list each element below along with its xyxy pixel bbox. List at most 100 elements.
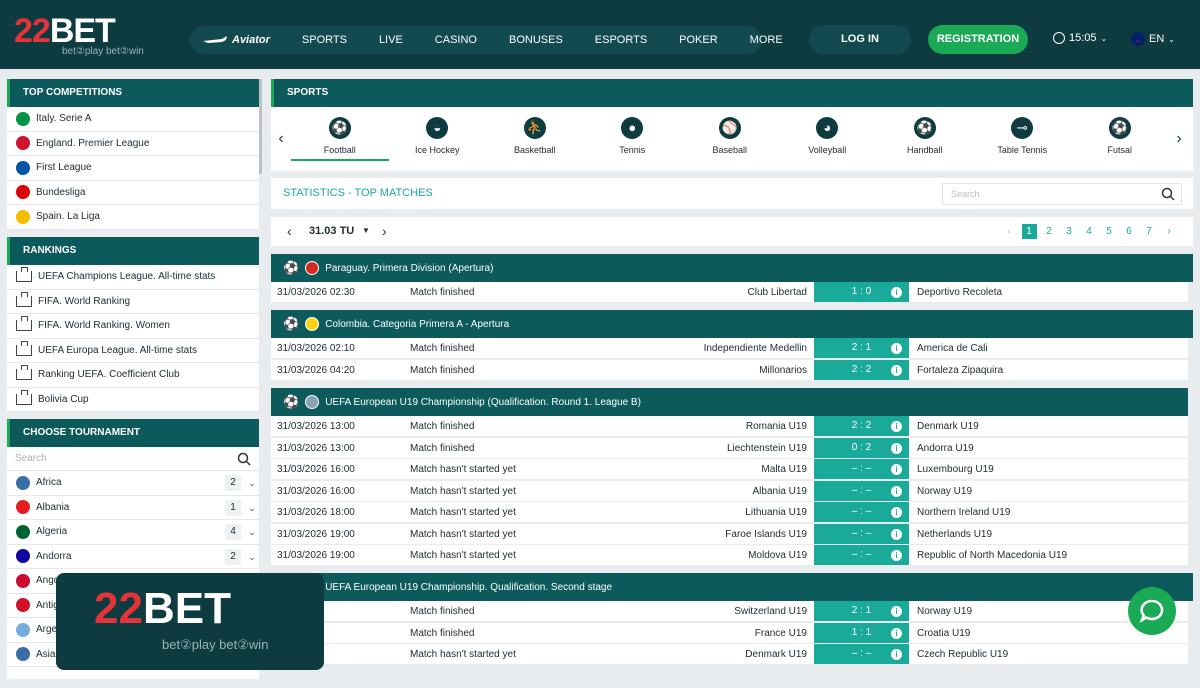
sport-tab-tennis[interactable]: ● Tennis [584,117,682,161]
match-row[interactable]: 31/03/2026 02:30 Match finished Club Liber… [271,282,1188,302]
chevron-down-icon[interactable]: ⌄ [245,524,259,540]
league-header[interactable]: ⚽UEFA European U19 Championship. Qualifi… [271,573,1193,601]
page-1[interactable]: 1 [1021,224,1037,239]
competition-item[interactable]: England. Premier League [7,132,259,156]
info-icon[interactable]: i [891,550,902,561]
date-prev-icon[interactable]: ‹ [287,223,292,239]
page-5[interactable]: 5 [1099,224,1119,239]
flag-icon [305,317,320,331]
nav-esports[interactable]: ESPORTS [579,34,663,46]
nav-aviator[interactable]: Aviator [190,34,286,46]
competition-item[interactable]: Italy. Serie A [7,107,259,132]
match-row[interactable]: 31/03/2026 02:10 Match finished Independie… [271,338,1188,358]
chevron-down-icon[interactable]: ⌄ [245,549,259,565]
info-icon[interactable]: i [891,464,902,475]
carousel-prev-icon[interactable]: ‹ [271,130,291,148]
clock[interactable]: 15:05 ⌄ [1053,32,1107,44]
info-icon[interactable]: i [891,649,902,660]
info-icon[interactable]: i [891,507,902,518]
match-row[interactable]: 31/03/2026 13:00 Match finished Romania U1… [271,416,1188,436]
competition-item[interactable]: Bundesliga [7,181,259,205]
tournament-item[interactable]: Andorra 2 ⌄ [7,545,259,569]
registration-button[interactable]: REGISTRATION [928,25,1028,54]
info-icon[interactable]: i [891,606,902,617]
info-icon[interactable]: i [891,421,902,432]
tournament-search-input[interactable]: Search [7,447,259,471]
date-next-icon[interactable]: › [382,223,387,239]
sport-tab-basketball[interactable]: ⛹ Basketball [486,117,584,161]
match-row[interactable]: 31/03/2026 04:20 Match finished Millonario… [271,359,1188,380]
info-icon[interactable]: i [891,343,902,354]
ranking-item[interactable]: UEFA Europa League. All-time stats [7,339,259,363]
nav-live[interactable]: LIVE [363,34,419,46]
login-button[interactable]: LOG IN [809,25,911,54]
tournament-item[interactable]: Algeria 4 ⌄ [7,520,259,545]
left-scrollbar[interactable] [259,79,262,174]
info-icon[interactable]: i [891,442,902,454]
ranking-item[interactable]: Bolivia Cup [7,388,259,412]
competition-item[interactable]: Spain. La Liga [7,205,259,230]
nav-poker[interactable]: POKER [663,34,734,46]
chat-bubble-icon [1139,599,1164,623]
sport-tab-futsal[interactable]: ⚽ Futsal [1071,117,1169,161]
ranking-item[interactable]: FIFA. World Ranking [7,290,259,314]
info-icon[interactable]: i [891,287,902,298]
match-row[interactable]: 31/03/2026 16:00 Match hasn't started yet… [271,480,1188,501]
tournament-item[interactable]: Africa 2 ⌄ [7,471,259,496]
ice-hockey-icon: ◒ [426,117,449,139]
match-row[interactable]: 31/03/2026 16:00 Match hasn't started yet… [271,459,1188,479]
page-prev-icon[interactable]: ‹ [999,224,1019,239]
info-icon[interactable]: i [891,528,902,540]
sport-tab-baseball[interactable]: ⚾ Baseball [681,117,779,161]
nav-more[interactable]: MORE [734,34,799,46]
search-icon[interactable] [237,452,251,466]
page-4[interactable]: 4 [1079,224,1099,239]
date-selector[interactable]: 31.03 TU [309,225,354,237]
carousel-next-icon[interactable]: › [1169,130,1189,148]
caret-down-icon[interactable]: ▼ [362,226,370,235]
ranking-item[interactable]: UEFA Champions League. All-time stats [7,265,259,290]
match-row[interactable]: 31/03/2026 18:00 Match hasn't started yet… [271,502,1188,522]
logo[interactable]: 22 BET bet②play bet②win [14,14,154,62]
match-row[interactable]: 6 13:00Match finishedFrance U191 : 1iCro… [271,622,1188,643]
chevron-down-icon[interactable]: ⌄ [245,500,259,516]
match-row[interactable]: 31/03/2026 19:00 Match hasn't started yet… [271,545,1188,565]
page-6[interactable]: 6 [1119,224,1139,239]
info-icon[interactable]: i [891,364,902,376]
nav-sports[interactable]: SPORTS [286,34,363,46]
info-icon[interactable]: i [891,485,902,497]
sport-tab-football[interactable]: ⚽ Football [291,117,389,161]
sport-tab-volleyball[interactable]: ◕ Volleyball [779,117,877,161]
match-row[interactable]: 6 13:00Match finishedSwitzerland U192 : … [271,601,1188,621]
competition-item[interactable]: First League [7,156,259,181]
language-selector[interactable]: EN ⌄ [1131,32,1175,46]
league-header[interactable]: ⚽ Paraguay. Primera Division (Apertura) [271,254,1193,282]
tournament-count: 2 [225,548,241,565]
match-date: 31/03/2026 02:30 [277,287,355,298]
sport-tab-table-tennis[interactable]: ⊸ Table Tennis [974,117,1072,161]
match-date: 31/03/2026 16:00 [277,485,355,497]
tournament-item[interactable]: Albania 1 ⌄ [7,496,259,520]
uk-flag-icon [1131,32,1145,46]
nav-bonuses[interactable]: BONUSES [493,34,579,46]
league-header[interactable]: ⚽ Colombia. Categoria Primera A - Apertur… [271,310,1193,338]
page-3[interactable]: 3 [1059,224,1079,239]
nav-casino[interactable]: CASINO [419,34,493,46]
page-next-icon[interactable]: › [1159,224,1179,239]
chat-button[interactable] [1128,587,1176,635]
chevron-down-icon[interactable]: ⌄ [245,475,259,491]
match-search-input[interactable]: Search [942,183,1182,205]
ranking-item[interactable]: FIFA. World Ranking. Women [7,314,259,339]
sport-tab-handball[interactable]: ⚽ Handball [876,117,974,161]
info-icon[interactable]: i [891,627,902,639]
sport-label: Basketball [513,145,556,155]
page-7[interactable]: 7 [1139,224,1159,239]
match-row[interactable]: 6 15:00Match hasn't started yetDenmark U… [271,644,1188,664]
match-row[interactable]: 31/03/2026 19:00 Match hasn't started yet… [271,523,1188,544]
match-row[interactable]: 31/03/2026 13:00 Match finished Liechtenst… [271,437,1188,458]
sport-tab-ice-hockey[interactable]: ◒ Ice Hockey [389,117,487,161]
page-2[interactable]: 2 [1039,224,1059,239]
league-header[interactable]: ⚽ UEFA European U19 Championship (Qualifi… [271,388,1188,416]
search-icon[interactable] [1161,187,1175,201]
ranking-item[interactable]: Ranking UEFA. Coefficient Club [7,363,259,388]
